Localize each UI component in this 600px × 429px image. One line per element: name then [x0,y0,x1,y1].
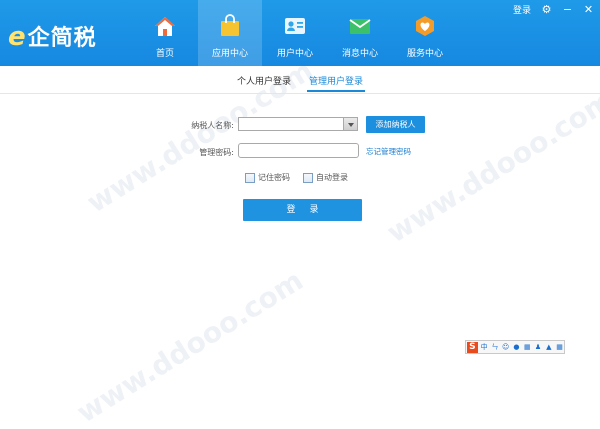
nav-label: 服务中心 [406,49,443,59]
auto-login-option[interactable]: 自动登录 [303,172,348,183]
password-field[interactable] [238,143,359,158]
close-icon[interactable]: ✕ [583,4,594,15]
taxpayer-label: 纳税人名称: [191,121,234,130]
ime-voice-icon[interactable]: ● [512,342,521,352]
minimize-icon[interactable]: − [562,4,573,15]
ime-skin-icon[interactable]: ▲ [544,342,553,352]
app-logo: e企简税 [8,20,97,52]
ime-toolbar: S 中 ㄣ ☺ ● ▦ ♟ ▲ ▦ [465,340,565,354]
gear-icon[interactable]: ⚙ [541,4,552,15]
logo-text: 企简税 [27,26,97,51]
nav-item-messages[interactable]: 消息中心 [328,0,392,66]
login-link[interactable]: 登录 [513,3,531,16]
nav-item-apps[interactable]: 应用中心 [198,0,262,66]
login-button[interactable]: 登录 [243,199,362,221]
nav-label: 用户中心 [276,49,313,59]
nav-label: 消息中心 [341,49,378,59]
main-nav: 首页 应用中心 用户中心 消息中心 服务中心 [133,0,458,66]
watermark: www.ddooo.com [71,263,309,429]
ime-emoji-icon[interactable]: ☺ [501,342,510,352]
home-icon [155,17,175,36]
nav-label: 应用中心 [211,49,248,59]
ime-menu-icon[interactable]: ▦ [555,342,564,352]
ime-mode-icon[interactable]: 中 [480,342,489,352]
window-controls: 登录 ⚙ − ✕ [513,3,594,16]
tab-admin-login[interactable]: 管理用户登录 [307,74,366,92]
auto-login-label: 自动登录 [316,173,348,182]
top-header: e企简税 首页 应用中心 用户中心 消息中心 服务中心 登录 ⚙ − ✕ [0,0,600,66]
watermark: www.ddooo.com [381,83,600,250]
user-card-icon [285,18,305,34]
shopping-bag-icon [221,14,239,36]
remember-password-checkbox[interactable] [245,172,255,183]
ime-punctuation-icon[interactable]: ㄣ [491,342,500,352]
service-heart-icon [416,16,434,36]
remember-password-label: 记住密码 [258,173,290,182]
taxpayer-select[interactable] [238,117,358,131]
remember-password-option[interactable]: 记住密码 [245,172,290,183]
tab-personal-login[interactable]: 个人用户登录 [235,74,293,92]
ime-keyboard-icon[interactable]: ▦ [523,342,532,352]
nav-item-service[interactable]: 服务中心 [393,0,457,66]
logo-e: e [8,22,27,52]
login-tabs: 个人用户登录 管理用户登录 [0,74,600,92]
nav-item-user[interactable]: 用户中心 [263,0,327,66]
envelope-icon [349,19,371,34]
ime-toolbox-icon[interactable]: ♟ [534,342,543,352]
auto-login-checkbox[interactable] [303,172,313,183]
sogou-logo-icon[interactable]: S [467,341,478,353]
forgot-password-link[interactable]: 忘记管理密码 [366,146,411,157]
add-taxpayer-button[interactable]: 添加纳税人 [366,116,425,133]
nav-label: 首页 [155,49,174,59]
nav-item-home[interactable]: 首页 [133,0,197,66]
tabs-divider [0,93,600,94]
chevron-down-icon[interactable] [343,118,357,130]
password-label: 管理密码: [199,148,234,157]
